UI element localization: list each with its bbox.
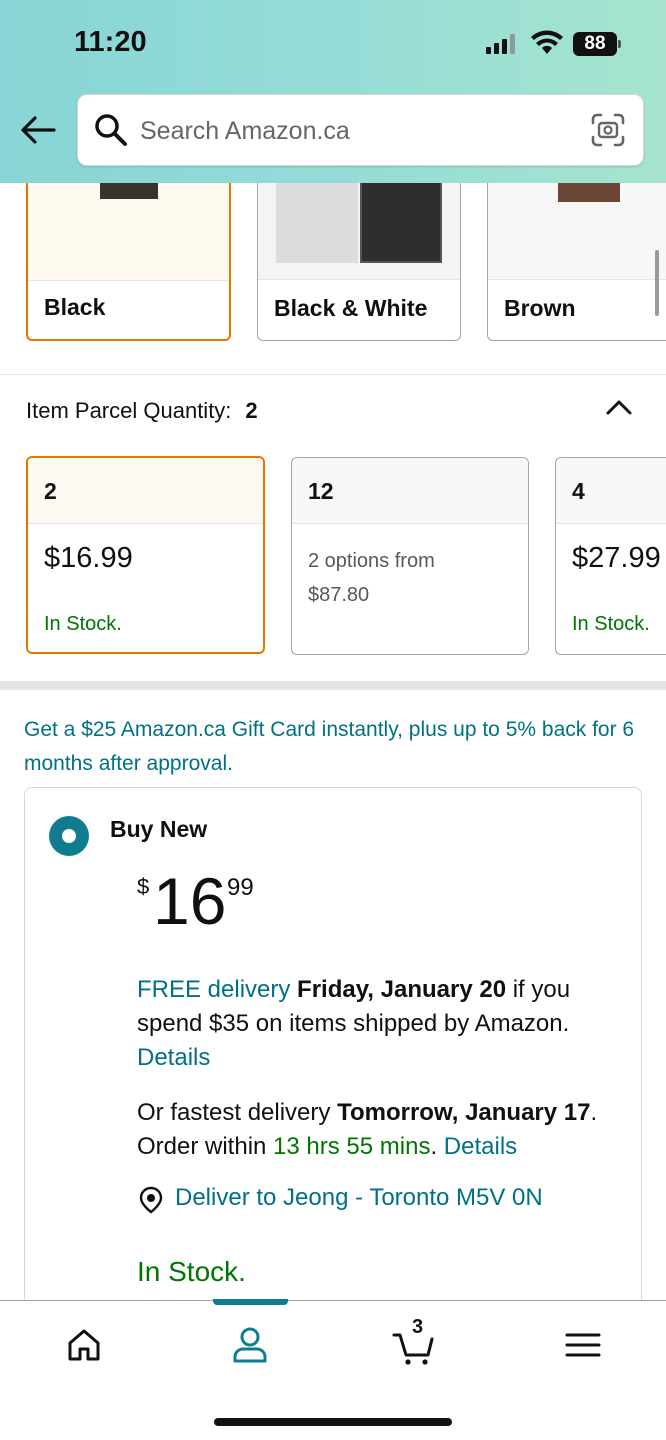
fastest-details-link[interactable]: Details <box>444 1133 517 1160</box>
quantity-option-12[interactable]: 12 2 options from $87.80 <box>291 457 529 655</box>
battery-icon: 88 <box>573 32 621 56</box>
swatch-black[interactable]: Black <box>26 183 231 341</box>
wifi-icon <box>531 30 563 54</box>
options-line-1: 2 options from <box>308 550 435 572</box>
section-divider <box>0 681 666 690</box>
search-bar[interactable] <box>77 94 644 166</box>
quantity-option-stock: In Stock. <box>44 613 122 635</box>
scrollbar[interactable] <box>655 250 659 316</box>
quantity-option-price: $16.99 <box>44 542 133 574</box>
back-arrow-icon[interactable] <box>18 110 58 150</box>
menu-icon[interactable] <box>561 1323 605 1367</box>
deliver-to-link[interactable]: Deliver to Jeong - Toronto M5V 0N <box>175 1184 543 1212</box>
quantity-option-2[interactable]: 2 $16.99 In Stock. <box>26 456 265 654</box>
swatch-label: Brown <box>504 295 576 321</box>
gift-card-promo-link[interactable]: Get a $25 Amazon.ca Gift Card instantly,… <box>24 713 644 781</box>
free-delivery-link[interactable]: FREE delivery <box>137 976 290 1003</box>
home-indicator <box>214 1418 452 1426</box>
quantity-label: Item Parcel Quantity: <box>26 398 232 423</box>
quantity-option-from: 2 options from $87.80 <box>308 544 435 612</box>
quantity-title: Item Parcel Quantity: 2 <box>26 398 258 424</box>
swatch-image <box>488 183 666 280</box>
search-input[interactable] <box>140 109 570 153</box>
fastest-delivery-info: Or fastest delivery Tomorrow, January 17… <box>137 1099 598 1160</box>
active-tab-indicator <box>213 1299 288 1305</box>
home-icon[interactable] <box>62 1323 106 1367</box>
account-icon[interactable] <box>228 1323 272 1367</box>
delivery-date: Friday, January 20 <box>297 976 507 1003</box>
battery-level: 88 <box>573 32 617 56</box>
app-header: 11:20 88 <box>0 0 666 183</box>
price-symbol: $ <box>137 874 150 899</box>
quantity-option-label: 2 <box>28 458 263 524</box>
status-time: 11:20 <box>74 26 147 58</box>
quantity-option-label: 4 <box>556 458 666 524</box>
bottom-navigation <box>0 1299 666 1440</box>
stock-status: In Stock. <box>137 1256 246 1287</box>
swatch-black-white[interactable]: Black & White <box>257 183 461 341</box>
fastest-date: Tomorrow, January 17 <box>337 1099 591 1126</box>
color-swatches: Black Black & White Brown <box>0 183 666 375</box>
quantity-option-label: 12 <box>292 458 528 524</box>
options-line-2: $87.80 <box>308 584 370 606</box>
location-pin-icon <box>139 1186 163 1214</box>
fastest-prefix: Or fastest delivery <box>137 1099 331 1126</box>
swatch-brown[interactable]: Brown <box>487 183 666 341</box>
price-fraction: 99 <box>227 874 254 901</box>
camera-scan-icon[interactable] <box>590 112 626 148</box>
search-icon <box>95 114 127 146</box>
free-delivery-info: FREE delivery Friday, January 20 if you … <box>137 973 617 1075</box>
quantity-selected-value: 2 <box>245 398 258 423</box>
buy-box: Buy New $ 16 99 FREE delivery Friday, Ja… <box>24 787 642 1347</box>
cellular-signal-icon <box>486 34 515 54</box>
cart-count-badge: 3 <box>412 1316 424 1338</box>
price-whole: 16 <box>153 864 227 938</box>
chevron-up-icon[interactable] <box>604 396 634 418</box>
quantity-option-4[interactable]: 4 $27.99 In Stock. <box>555 457 666 655</box>
order-within-time: 13 hrs 55 mins <box>273 1133 431 1160</box>
buy-new-radio[interactable] <box>49 816 89 856</box>
swatch-image <box>28 183 229 281</box>
quantity-option-stock: In Stock. <box>572 613 650 635</box>
swatch-label: Black <box>44 294 106 320</box>
quantity-option-price: $27.99 <box>572 542 661 574</box>
delivery-details-link[interactable]: Details <box>137 1044 210 1071</box>
swatch-image <box>258 183 460 280</box>
swatch-label: Black & White <box>274 295 428 321</box>
buy-new-label: Buy New <box>110 816 208 842</box>
